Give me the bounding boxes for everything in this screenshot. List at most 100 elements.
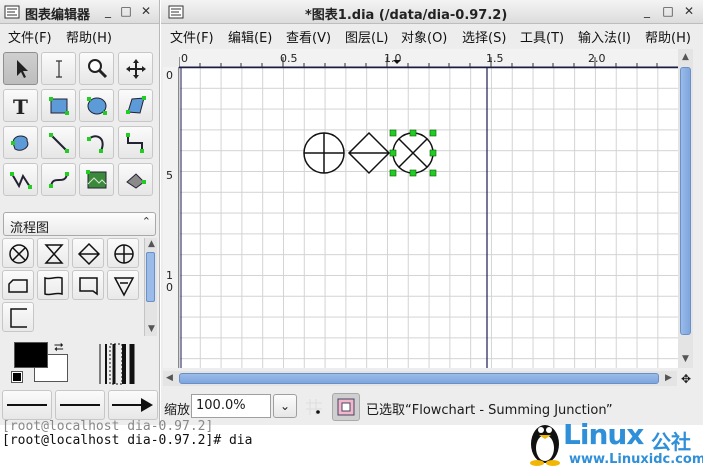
scroll-down-icon[interactable]: ▼ xyxy=(682,354,689,364)
bezierline-tool[interactable] xyxy=(41,163,76,196)
ruler-label: 0 xyxy=(166,69,173,82)
shape-summing-junction[interactable] xyxy=(2,238,34,268)
scroll-right-icon[interactable]: ▶ xyxy=(665,373,672,383)
zoom-dropdown-button[interactable]: ⌄ xyxy=(273,394,297,418)
pointer-tool[interactable] xyxy=(3,52,38,85)
close-icon[interactable]: ✕ xyxy=(138,3,154,19)
vertical-ruler: 0 5 1 0 xyxy=(163,67,179,368)
shape-collate[interactable] xyxy=(37,238,69,268)
bezier-icon xyxy=(49,172,69,188)
arc-tool[interactable] xyxy=(79,126,114,159)
line-tool[interactable] xyxy=(41,126,76,159)
swap-colors-icon[interactable]: ⮂ xyxy=(54,340,64,355)
box-tool[interactable] xyxy=(41,89,76,122)
menu-objects[interactable]: 对象(O) xyxy=(401,27,447,46)
scroll-tool[interactable] xyxy=(118,52,153,85)
sheet-selector[interactable]: 流程图 ⌃ xyxy=(3,212,156,236)
zoom-input[interactable]: 100.0% xyxy=(191,394,271,418)
maximize-icon[interactable]: □ xyxy=(660,3,676,19)
palette-scrollbar[interactable]: ▲ ▼ xyxy=(144,238,157,336)
horizontal-scrollbar[interactable]: ◀ ▶ xyxy=(163,371,677,386)
terminal-line: [root@localhost dia-0.97.2] xyxy=(2,419,214,434)
shape-display[interactable] xyxy=(72,270,104,300)
shape-sort[interactable] xyxy=(72,238,104,268)
ellipse-icon xyxy=(87,97,107,115)
menu-help[interactable]: 帮助(H) xyxy=(66,27,112,46)
chevron-down-icon: ⌄ xyxy=(279,399,291,413)
line-style-selector[interactable] xyxy=(55,390,105,420)
toolbox-titlebar[interactable]: 图表编辑器 _ □ ✕ xyxy=(0,0,159,24)
close-icon[interactable]: ✕ xyxy=(681,3,697,19)
palette-scroll-thumb[interactable] xyxy=(146,252,155,302)
navigate-move-icon[interactable]: ✥ xyxy=(681,372,691,386)
magnifier-icon xyxy=(88,59,108,79)
beziergon-tool[interactable] xyxy=(3,126,38,159)
shape-terminal[interactable] xyxy=(2,270,34,300)
start-arrow-selector[interactable] xyxy=(2,390,52,420)
color-area: ⮂ xyxy=(6,340,156,388)
shape-merge[interactable] xyxy=(107,270,139,300)
vertical-scrollbar[interactable]: ▲ ▼ xyxy=(678,49,693,368)
snap-to-grid-icon[interactable] xyxy=(304,397,324,417)
end-arrow-selector[interactable] xyxy=(108,390,158,420)
zoom-tool[interactable] xyxy=(79,52,114,85)
scroll-up-icon[interactable]: ▲ xyxy=(682,52,689,62)
text-edit-tool[interactable] xyxy=(41,52,76,85)
vertical-scroll-thumb[interactable] xyxy=(680,67,691,335)
pointer-icon xyxy=(17,60,28,78)
menu-help[interactable]: 帮助(H) xyxy=(645,27,691,46)
box-icon xyxy=(49,97,69,115)
menu-file[interactable]: 文件(F) xyxy=(8,27,52,46)
menu-layers[interactable]: 图层(L) xyxy=(345,27,388,46)
sort-shape[interactable] xyxy=(347,131,391,175)
text-tool[interactable]: T xyxy=(3,89,38,122)
penguin-icon xyxy=(530,425,560,466)
collate-icon xyxy=(44,244,64,264)
summing-junction-shape[interactable] xyxy=(392,132,434,174)
beziergon-icon xyxy=(11,135,29,151)
horizontal-scroll-thumb[interactable] xyxy=(179,373,659,384)
scroll-up-icon[interactable]: ▲ xyxy=(148,239,155,249)
sort-icon xyxy=(77,242,101,266)
terminal-shape-icon xyxy=(8,279,28,293)
shape-or[interactable] xyxy=(107,238,139,268)
or-shape[interactable] xyxy=(303,132,345,174)
minimize-icon[interactable]: _ xyxy=(100,3,116,19)
menu-file[interactable]: 文件(F) xyxy=(170,27,214,46)
svg-text:T: T xyxy=(13,95,28,118)
line-width-selector[interactable] xyxy=(96,342,136,386)
minimize-icon[interactable]: _ xyxy=(639,3,655,19)
shape-annotation[interactable] xyxy=(2,302,34,332)
default-colors-icon[interactable] xyxy=(11,371,23,383)
outline-tool[interactable] xyxy=(118,163,153,196)
diagram-titlebar[interactable]: *图表1.dia (/data/dia-0.97.2) _ □ ✕ xyxy=(161,0,703,24)
line-style-selectors xyxy=(0,390,160,422)
menu-select[interactable]: 选择(S) xyxy=(462,27,506,46)
scroll-down-icon[interactable]: ▼ xyxy=(148,324,155,334)
polygon-tool[interactable] xyxy=(118,89,153,122)
diagram-canvas[interactable] xyxy=(179,67,678,368)
text-cursor-icon xyxy=(56,60,62,78)
sheet-selector-value: 流程图 xyxy=(10,221,50,236)
maximize-icon[interactable]: □ xyxy=(118,3,134,19)
foreground-color-swatch[interactable] xyxy=(14,342,48,368)
ruler-label: 0 xyxy=(166,281,173,294)
menu-input-method[interactable]: 输入法(I) xyxy=(578,27,631,46)
arrow-line-icon xyxy=(112,398,153,412)
menu-edit[interactable]: 编辑(E) xyxy=(228,27,272,46)
ellipse-tool[interactable] xyxy=(79,89,114,122)
zigzagline-tool[interactable] xyxy=(118,126,153,159)
menu-view[interactable]: 查看(V) xyxy=(286,27,331,46)
diagram-menubar: 文件(F) 编辑(E) 查看(V) 图层(L) 对象(O) 选择(S) 工具(T… xyxy=(161,24,703,46)
move-icon xyxy=(126,59,146,79)
shape-document[interactable] xyxy=(37,270,69,300)
image-tool[interactable] xyxy=(79,163,114,196)
annotation-icon xyxy=(10,308,27,328)
menu-tools[interactable]: 工具(T) xyxy=(520,27,564,46)
snap-to-objects-toggle[interactable] xyxy=(332,393,360,421)
logo-url: www.Linuxidc.com xyxy=(569,452,703,467)
document-shape-icon xyxy=(44,276,63,296)
polyline-tool[interactable] xyxy=(3,163,38,196)
scroll-left-icon[interactable]: ◀ xyxy=(166,373,173,383)
polygon-icon xyxy=(126,96,146,114)
